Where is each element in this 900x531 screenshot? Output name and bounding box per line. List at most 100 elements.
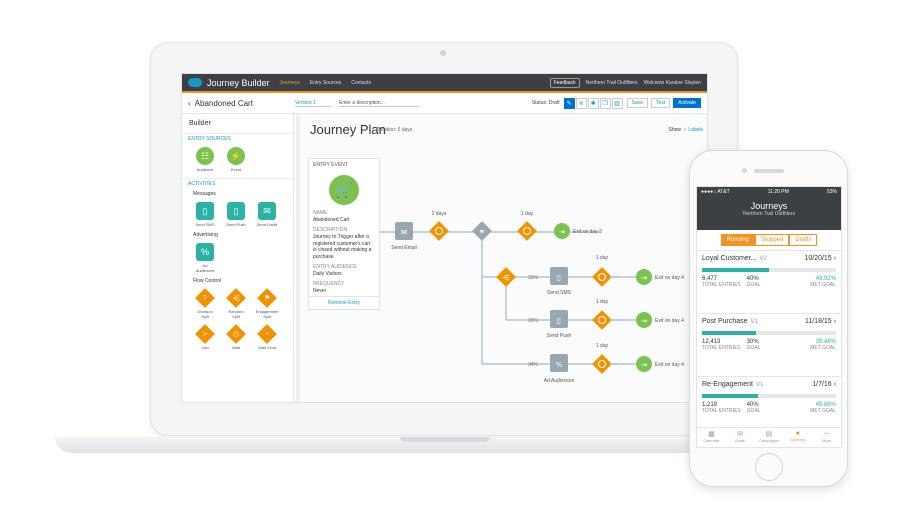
save-button[interactable]: Save bbox=[626, 98, 649, 108]
tab-stopped[interactable]: Stopped bbox=[754, 234, 790, 246]
trash-icon[interactable]: ▥ bbox=[611, 97, 623, 109]
split-percent-3: 34% bbox=[528, 362, 539, 368]
exit-node-3[interactable]: ⇥ Exit on day 4 bbox=[636, 312, 684, 328]
exit-node-4[interactable]: ⇥ Exit on day 4 bbox=[636, 356, 684, 372]
tile-event[interactable]: ⚡ Event bbox=[225, 147, 247, 172]
tile-send-sms[interactable]: ▯ Send SMS bbox=[194, 202, 216, 227]
svg-text:%: % bbox=[556, 361, 563, 369]
journey-card-date: 10/20/15 bbox=[804, 255, 832, 262]
exit-node-2[interactable]: ⇥ Exit on day 4 bbox=[636, 269, 684, 285]
campaigns-icon: ▤ bbox=[765, 431, 773, 438]
status-segment: Running Stopped Drafts bbox=[697, 230, 841, 250]
tile-ad-audiences[interactable]: % Ad Audiences bbox=[194, 243, 216, 273]
email-icon: ✉ bbox=[258, 202, 276, 220]
engagement-split-icon: ⚑ bbox=[257, 288, 277, 308]
pencil-icon[interactable]: ✎ bbox=[563, 97, 575, 109]
journey-progress-fill bbox=[702, 268, 769, 272]
version-select[interactable]: Version 1 bbox=[294, 100, 331, 107]
flow-connectors bbox=[380, 231, 618, 365]
split-percent-2: 33% bbox=[528, 318, 539, 324]
nav-contacts[interactable]: Contacts bbox=[351, 80, 371, 86]
nav-entry-sources[interactable]: Entry Sources bbox=[310, 80, 341, 86]
tab-calendar[interactable]: ▦ Calendar bbox=[697, 428, 726, 447]
messages-header[interactable]: Messages bbox=[182, 189, 293, 199]
entry-sources-header[interactable]: ENTRY SOURCES bbox=[182, 133, 293, 144]
journey-card[interactable]: Loyal Customer... V2 10/20/15 › 6,477 TOTAL … bbox=[697, 250, 841, 313]
journey-card[interactable]: Post Purchase V1 11/18/15 › 12,413 TOTAL ENT… bbox=[697, 313, 841, 376]
tile-audience[interactable]: ☷ Audience bbox=[194, 147, 216, 172]
journey-card-name: Post Purchase bbox=[702, 318, 748, 325]
total-entries-label: TOTAL ENTRIES bbox=[702, 345, 741, 351]
chevron-right-icon: › bbox=[833, 381, 836, 388]
back-icon[interactable]: ‹ bbox=[188, 99, 191, 108]
tile-send-push[interactable]: ▯ Send Push bbox=[225, 202, 247, 227]
tile-send-email[interactable]: ✉ Send Email bbox=[256, 202, 278, 227]
tab-email[interactable]: ✉ Email bbox=[726, 428, 755, 447]
tile-join[interactable]: ≻ Join bbox=[194, 324, 216, 350]
builder-sidebar: Builder ENTRY SOURCES ☷ Audience ⚡ Event A… bbox=[182, 114, 294, 402]
activate-button[interactable]: Activate bbox=[673, 98, 701, 108]
total-entries-label: TOTAL ENTRIES bbox=[702, 282, 741, 288]
goal-label: GOAL bbox=[746, 282, 761, 288]
ad-audiences-node[interactable]: % Ad Audiences bbox=[544, 354, 575, 384]
welcome-user[interactable]: Welcome Karalee Slayton bbox=[644, 80, 701, 86]
nav-journeys[interactable]: Journeys bbox=[280, 80, 300, 86]
split-node[interactable]: ⚑ bbox=[472, 221, 492, 241]
journey-card-version: V1 bbox=[750, 319, 758, 325]
flow-control-header[interactable]: Flow Control bbox=[182, 276, 293, 286]
wait-1-label: 2 days bbox=[432, 211, 447, 217]
flow-diagram: ✉ Send Email 2 days ⚑ 1 day ⇥ Exit on da… bbox=[380, 211, 684, 384]
svg-text:⋲: ⋲ bbox=[503, 274, 510, 282]
send-email-label: Send Email bbox=[391, 245, 417, 251]
random-split-node[interactable]: ⋲ bbox=[496, 267, 516, 287]
svg-text:⇥: ⇥ bbox=[559, 228, 565, 236]
send-push-node[interactable]: ▯ Send Push bbox=[547, 310, 572, 339]
home-button[interactable] bbox=[755, 453, 783, 481]
tile-wait-limit[interactable]: ◔ Wait Limit bbox=[256, 324, 278, 350]
activities-header[interactable]: ACTIVITIES bbox=[182, 178, 293, 189]
advertising-header[interactable]: Advertising bbox=[182, 230, 293, 240]
tab-drafts[interactable]: Drafts bbox=[789, 234, 818, 246]
tab-running[interactable]: Running bbox=[720, 234, 755, 246]
app-title: Journey Builder bbox=[207, 77, 270, 88]
tile-decision-split[interactable]: ? Decision Split bbox=[194, 288, 216, 319]
journey-card-name: Loyal Customer... bbox=[702, 255, 757, 262]
met-goal-label: MET GOAL bbox=[810, 345, 837, 351]
tile-random-split[interactable]: ⋲ Random Split bbox=[225, 288, 247, 319]
send-push-label: Send Push bbox=[547, 333, 572, 339]
tab-more[interactable]: ⋯ More bbox=[812, 428, 841, 447]
journeys-icon: ● bbox=[795, 430, 800, 437]
tile-wait[interactable]: ◷ Wait bbox=[225, 324, 247, 350]
tile-engagement-split[interactable]: ⚑ Engagement Split bbox=[256, 288, 278, 319]
org-selector[interactable]: Northern Trail Outfitters bbox=[586, 80, 638, 86]
sms-icon: ▯ bbox=[196, 202, 214, 220]
test-button[interactable]: Test bbox=[651, 98, 671, 108]
journey-card-date: 11/18/15 bbox=[804, 318, 832, 325]
event-icon: ⚡ bbox=[227, 147, 245, 165]
wait-node-5[interactable]: 1 day bbox=[592, 343, 612, 374]
exit-node-1[interactable]: ⇥ Exit on day 3 bbox=[554, 223, 602, 239]
wait-limit-icon: ◔ bbox=[257, 324, 277, 344]
journey-canvas: Journey Plan Duration: 5 days Show ✓ Lab… bbox=[300, 114, 707, 402]
description-input[interactable]: Enter a description... bbox=[338, 100, 419, 107]
send-email-node[interactable]: ✉ Send Email bbox=[391, 222, 417, 251]
phone-speaker bbox=[754, 169, 784, 173]
wait-node-4[interactable]: 1 day bbox=[592, 299, 612, 330]
ad-audiences-icon: % bbox=[196, 243, 214, 261]
wait-node-3[interactable]: 1 day bbox=[592, 255, 612, 287]
wait-node-2[interactable]: 1 day bbox=[517, 211, 537, 241]
wait-node-1[interactable]: 2 days bbox=[429, 211, 449, 241]
send-sms-node[interactable]: ▯ Send SMS bbox=[547, 267, 572, 296]
audience-icon: ☷ bbox=[196, 147, 214, 165]
copy-icon[interactable]: ❐ bbox=[599, 97, 611, 109]
wait-5-label: 1 day bbox=[596, 343, 609, 349]
feedback-button[interactable]: Feedback bbox=[549, 77, 580, 88]
laptop-notch bbox=[400, 437, 490, 442]
wifi-icon[interactable]: ≋ bbox=[575, 97, 587, 109]
exit-3-label: Exit on day 4 bbox=[655, 318, 684, 324]
tab-journeys[interactable]: ● Journeys bbox=[783, 428, 812, 447]
total-entries-label: TOTAL ENTRIES bbox=[702, 408, 741, 414]
gear-icon[interactable]: ✱ bbox=[587, 97, 599, 109]
journey-toolbar: ‹ Abandoned Cart Version 1 Enter a descr… bbox=[182, 93, 707, 114]
tab-campaigns[interactable]: ▤ Campaigns bbox=[755, 428, 784, 447]
